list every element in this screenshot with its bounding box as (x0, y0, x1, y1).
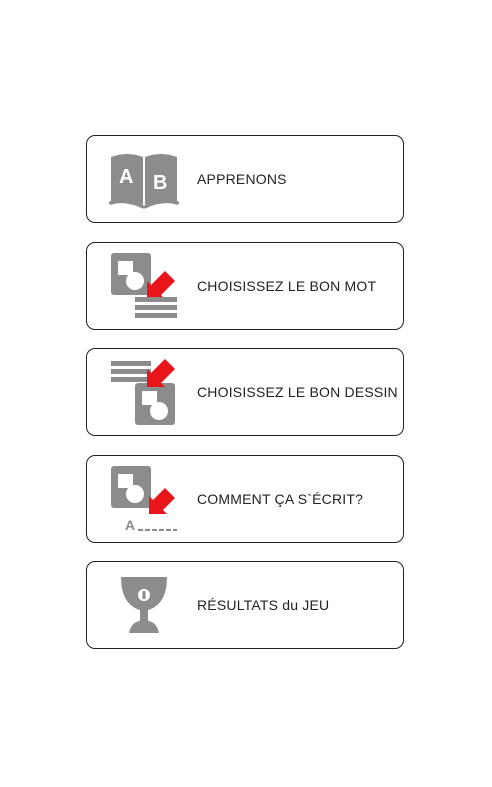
svg-text:A: A (119, 166, 133, 188)
menu-item-learn[interactable]: A B APPRENONS (86, 135, 404, 223)
menu-item-results[interactable]: RÉSULTATS du JEU (86, 561, 404, 649)
trophy-cup-icon (109, 567, 179, 643)
menu-item-label: RÉSULTATS du JEU (197, 597, 330, 613)
menu-item-label: CHOISISSEZ LE BON DESSIN (197, 384, 398, 400)
menu-item-label: CHOISISSEZ LE BON MOT (197, 278, 377, 294)
menu-item-label: APPRENONS (197, 171, 287, 187)
menu-item-label: COMMENT ÇA S`ÉCRIT? (197, 491, 364, 507)
main-menu: A B APPRENONS CHOISISSEZ LE BON MOT CHOI… (0, 0, 492, 787)
menu-item-choose-word[interactable]: CHOISISSEZ LE BON MOT (86, 242, 404, 330)
book-ab-icon: A B (109, 141, 179, 217)
svg-text:A: A (125, 517, 135, 533)
spell-word-icon: A (109, 461, 179, 537)
menu-item-choose-drawing[interactable]: CHOISISSEZ LE BON DESSIN (86, 348, 404, 436)
picture-to-word-icon (109, 248, 179, 324)
svg-text:B: B (153, 172, 167, 194)
menu-item-spelling[interactable]: A COMMENT ÇA S`ÉCRIT? (86, 455, 404, 543)
word-to-picture-icon (109, 354, 179, 430)
